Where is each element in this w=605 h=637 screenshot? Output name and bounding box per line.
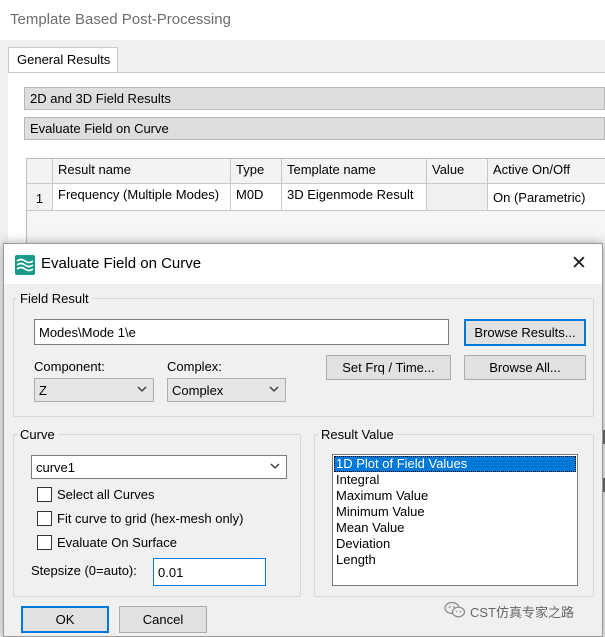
curve-value: curve1 xyxy=(36,460,76,475)
set-frq-time-button[interactable]: Set Frq / Time... xyxy=(326,355,451,380)
dialog-titlebar[interactable]: Evaluate Field on Curve ✕ xyxy=(4,244,602,284)
section-evaluate-field-on-curve[interactable]: Evaluate Field on Curve xyxy=(24,117,605,140)
complex-label: Complex: xyxy=(167,359,222,374)
list-item[interactable]: 1D Plot of Field Values xyxy=(334,456,576,472)
dialog-title: Evaluate Field on Curve xyxy=(41,255,202,272)
column-header-type[interactable]: Type xyxy=(231,159,282,184)
cell-value[interactable] xyxy=(427,184,488,211)
checkbox-box[interactable] xyxy=(37,535,52,550)
tab-label: General Results xyxy=(17,52,111,67)
result-value-legend: Result Value xyxy=(321,427,394,442)
close-icon: ✕ xyxy=(571,253,587,274)
column-header-result-name[interactable]: Result name xyxy=(53,159,231,184)
results-table: Result name Type Template name Value Act… xyxy=(26,158,605,245)
list-item[interactable]: Length xyxy=(334,552,576,568)
background-window-titlebar: Template Based Post-Processing xyxy=(0,0,605,40)
app-icon xyxy=(15,255,35,275)
cell-type[interactable]: M0D xyxy=(231,184,282,211)
watermark-text: CST仿真专家之路 xyxy=(470,605,575,620)
stepsize-label: Stepsize (0=auto): xyxy=(31,563,137,578)
list-item[interactable]: Integral xyxy=(334,472,576,488)
curve-dropdown[interactable]: curve1 xyxy=(31,455,287,479)
section-2d-3d-field-results[interactable]: 2D and 3D Field Results xyxy=(24,87,605,110)
stepsize-input[interactable] xyxy=(153,558,266,586)
chevron-down-icon xyxy=(137,386,147,392)
checkbox-box[interactable] xyxy=(37,487,52,502)
cell-result-name[interactable]: Frequency (Multiple Modes) xyxy=(53,184,231,211)
chevron-down-icon xyxy=(270,463,280,469)
result-value-list[interactable]: 1D Plot of Field Values Integral Maximum… xyxy=(332,454,578,586)
table-corner-cell xyxy=(27,159,53,184)
cell-template-name[interactable]: 3D Eigenmode Result xyxy=(282,184,427,211)
close-button[interactable]: ✕ xyxy=(564,250,594,278)
complex-dropdown[interactable]: Complex xyxy=(167,378,286,402)
chevron-down-icon xyxy=(269,386,279,392)
component-value: Z xyxy=(39,383,47,398)
checkbox-label: Evaluate On Surface xyxy=(57,535,177,550)
tab-general-results[interactable]: General Results xyxy=(8,47,118,73)
checkbox-label: Select all Curves xyxy=(57,487,155,502)
list-item[interactable]: Mean Value xyxy=(334,520,576,536)
complex-value: Complex xyxy=(172,383,224,398)
evaluate-field-dialog: Evaluate Field on Curve ✕ Field Result B… xyxy=(3,243,603,637)
wechat-icon xyxy=(444,601,466,618)
list-item[interactable]: Minimum Value xyxy=(334,504,576,520)
checkbox-box[interactable] xyxy=(37,511,52,526)
cell-active[interactable]: On (Parametric) xyxy=(488,184,605,211)
section-label: Evaluate Field on Curve xyxy=(30,121,169,136)
component-label: Component: xyxy=(34,359,105,374)
ok-button[interactable]: OK xyxy=(21,606,109,633)
column-header-template-name[interactable]: Template name xyxy=(282,159,427,184)
curve-legend: Curve xyxy=(20,427,55,442)
cancel-button[interactable]: Cancel xyxy=(119,606,207,633)
column-header-value[interactable]: Value xyxy=(427,159,488,184)
list-item[interactable]: Maximum Value xyxy=(334,488,576,504)
field-result-legend: Field Result xyxy=(20,291,89,306)
checkbox-label: Fit curve to grid (hex-mesh only) xyxy=(57,511,244,526)
component-dropdown[interactable]: Z xyxy=(34,378,154,402)
table-empty-area xyxy=(27,211,605,245)
list-item[interactable]: Deviation xyxy=(334,536,576,552)
column-header-active[interactable]: Active On/Off xyxy=(488,159,605,184)
field-result-path-input[interactable] xyxy=(34,319,449,345)
section-label: 2D and 3D Field Results xyxy=(30,91,171,106)
browse-results-button[interactable]: Browse Results... xyxy=(464,319,586,346)
background-window-title: Template Based Post-Processing xyxy=(10,11,231,28)
browse-all-button[interactable]: Browse All... xyxy=(464,355,586,380)
row-number[interactable]: 1 xyxy=(27,184,53,211)
